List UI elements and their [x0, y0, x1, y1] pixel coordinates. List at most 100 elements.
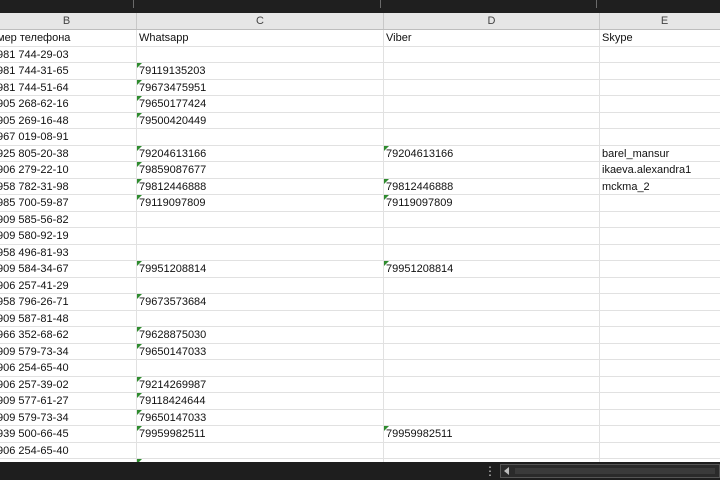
cell-viber[interactable]: Viber [384, 30, 600, 47]
cell-whatsapp[interactable]: 79673475951 [137, 79, 384, 96]
cell-viber[interactable] [384, 244, 600, 261]
cell-whatsapp[interactable] [137, 129, 384, 146]
cell-skype[interactable]: mckma_2 [600, 179, 720, 195]
cell-phone[interactable]: 966 352-68-62 [0, 327, 137, 344]
cell-phone[interactable]: 958 796-26-71 [0, 294, 137, 311]
cell-skype[interactable] [600, 129, 720, 146]
cell-phone[interactable]: 939 500-66-45 [0, 426, 137, 443]
cell-phone[interactable]: 906 257-39-02 [0, 376, 137, 393]
cell-skype[interactable] [600, 360, 720, 377]
cell-whatsapp[interactable] [137, 360, 384, 377]
cell-phone[interactable]: 967 019-08-91 [0, 129, 137, 146]
cell-whatsapp[interactable]: Whatsapp [137, 30, 384, 47]
cell-phone[interactable]: 958 782-31-98 [0, 178, 137, 195]
cell-skype[interactable] [600, 278, 720, 294]
cell-skype[interactable] [600, 96, 720, 113]
cell-whatsapp[interactable]: 79650177424 [137, 96, 384, 113]
cell-phone[interactable]: мер телефона [0, 30, 137, 47]
cell-skype[interactable] [600, 245, 720, 261]
scrollbar-thumb[interactable] [515, 468, 715, 474]
cell-skype[interactable] [600, 195, 720, 212]
cell-whatsapp[interactable]: 79500420449 [137, 112, 384, 129]
cell-skype[interactable]: ikaeva.alexandra1 [600, 162, 720, 179]
cell-whatsapp[interactable]: 79118424644 [137, 393, 384, 410]
cell-viber[interactable] [384, 294, 600, 311]
cell-skype[interactable]: Skype [600, 30, 720, 47]
cell-viber[interactable]: 79204613166 [384, 145, 600, 162]
cell-phone[interactable]: 909 579-73-34 [0, 409, 137, 426]
cell-phone[interactable]: 906 257-41-29 [0, 277, 137, 294]
cell-phone[interactable]: 981 744-31-65 [0, 63, 137, 80]
column-header-b[interactable]: B [0, 13, 137, 29]
cell-whatsapp[interactable] [137, 228, 384, 245]
scroll-left-icon[interactable] [504, 467, 509, 475]
cell-phone[interactable]: 909 579-73-34 [0, 343, 137, 360]
cell-viber[interactable] [384, 277, 600, 294]
cell-whatsapp[interactable]: 79650147033 [137, 409, 384, 426]
cell-viber[interactable] [384, 343, 600, 360]
cell-whatsapp[interactable] [137, 442, 384, 459]
cell-viber[interactable]: 79812446888 [384, 178, 600, 195]
cell-viber[interactable] [384, 310, 600, 327]
cell-skype[interactable] [600, 294, 720, 311]
cell-viber[interactable] [384, 96, 600, 113]
cell-viber[interactable] [384, 112, 600, 129]
cell-whatsapp[interactable] [137, 244, 384, 261]
cell-whatsapp[interactable]: 79628875030 [137, 327, 384, 344]
cell-phone[interactable]: 909 585-56-82 [0, 211, 137, 228]
cell-phone[interactable]: 906 279-22-10 [0, 162, 137, 179]
column-header-c[interactable]: C [137, 13, 384, 29]
horizontal-scrollbar[interactable] [500, 464, 720, 478]
cell-viber[interactable] [384, 79, 600, 96]
column-header-d[interactable]: D [384, 13, 600, 29]
cell-viber[interactable] [384, 376, 600, 393]
cell-whatsapp[interactable]: 79959982511 [137, 426, 384, 443]
cell-whatsapp[interactable] [137, 211, 384, 228]
cell-viber[interactable] [384, 327, 600, 344]
cell-viber[interactable] [384, 162, 600, 179]
cell-skype[interactable] [600, 212, 720, 228]
cell-skype[interactable] [600, 63, 720, 80]
cell-skype[interactable] [600, 344, 720, 360]
cell-viber[interactable] [384, 409, 600, 426]
cell-whatsapp[interactable]: 79204613166 [137, 145, 384, 162]
cell-whatsapp[interactable]: 79650147033 [137, 343, 384, 360]
cell-whatsapp[interactable]: 79119097809 [137, 195, 384, 212]
cell-viber[interactable] [384, 46, 600, 63]
cell-whatsapp[interactable]: 79951208814 [137, 261, 384, 278]
cell-phone[interactable]: 909 577-61-27 [0, 393, 137, 410]
more-options-icon[interactable]: ⋮ [484, 464, 496, 478]
cell-skype[interactable] [600, 80, 720, 96]
cell-phone[interactable]: 981 744-51-64 [0, 79, 137, 96]
cell-skype[interactable] [600, 228, 720, 245]
cell-phone[interactable]: 909 584-34-67 [0, 261, 137, 278]
cell-phone[interactable]: 909 587-81-48 [0, 310, 137, 327]
cell-viber[interactable] [384, 442, 600, 459]
cell-whatsapp[interactable] [137, 46, 384, 63]
cell-phone[interactable]: 905 269-16-48 [0, 112, 137, 129]
cell-skype[interactable] [600, 47, 720, 63]
cell-viber[interactable] [384, 393, 600, 410]
cell-viber[interactable]: 79959982511 [384, 426, 600, 443]
cell-whatsapp[interactable]: 79119135203 [137, 63, 384, 80]
cell-whatsapp[interactable] [137, 277, 384, 294]
cell-skype[interactable] [600, 377, 720, 393]
column-header-e[interactable]: E [600, 13, 720, 29]
cell-phone[interactable]: 909 580-92-19 [0, 228, 137, 245]
cell-phone[interactable]: 925 805-20-38 [0, 145, 137, 162]
cell-skype[interactable] [600, 393, 720, 410]
cell-skype[interactable] [600, 443, 720, 459]
cell-phone[interactable]: 905 268-62-16 [0, 96, 137, 113]
cell-whatsapp[interactable]: 79859087677 [137, 162, 384, 179]
cell-whatsapp[interactable]: 79812446888 [137, 178, 384, 195]
cell-skype[interactable] [600, 426, 720, 443]
cell-skype[interactable] [600, 311, 720, 327]
cell-phone[interactable]: 985 700-59-87 [0, 195, 137, 212]
cell-phone[interactable]: 906 254-65-40 [0, 360, 137, 377]
cell-viber[interactable]: 79119097809 [384, 195, 600, 212]
cell-skype[interactable]: barel_mansur [600, 146, 720, 162]
cell-skype[interactable] [600, 261, 720, 278]
cell-skype[interactable] [600, 113, 720, 129]
cell-viber[interactable] [384, 211, 600, 228]
cell-viber[interactable] [384, 228, 600, 245]
